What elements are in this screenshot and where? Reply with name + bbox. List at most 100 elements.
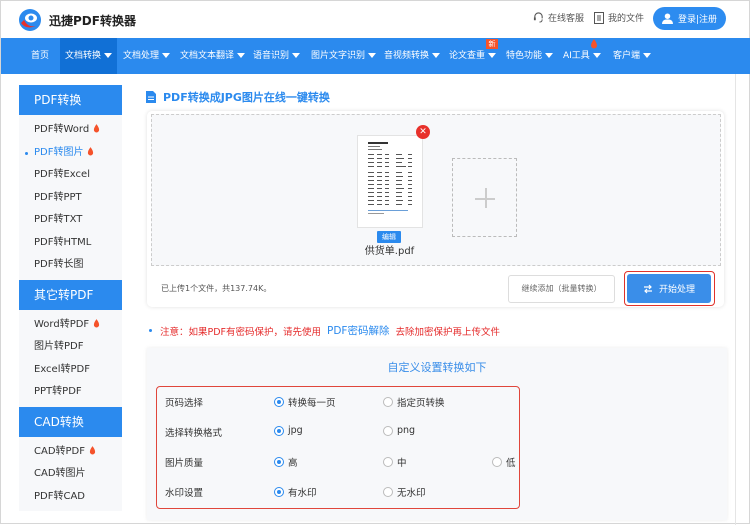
- online-service-label: 在线客服: [548, 14, 585, 24]
- sidebar-item-pdf-to-long-image[interactable]: PDF转长图: [19, 254, 122, 277]
- page-edge-divider: [735, 74, 736, 525]
- radio-option-watermark[interactable]: 有水印: [274, 485, 317, 499]
- radio-option-no-watermark[interactable]: 无水印: [383, 485, 426, 499]
- sidebar-item-cad-to-pdf[interactable]: CAD转PDF: [19, 441, 122, 464]
- sidebar-item-pdf-to-image[interactable]: PDF转图片: [19, 142, 122, 165]
- radio-unselected-icon[interactable]: [492, 457, 502, 467]
- nav-item-client[interactable]: 客户端: [613, 38, 652, 74]
- row-label: 页码选择: [165, 398, 204, 409]
- sidebar-item-cad-to-image[interactable]: CAD转图片: [19, 463, 122, 486]
- radio-unselected-icon[interactable]: [383, 457, 393, 467]
- swap-icon: [643, 284, 652, 293]
- nav-item-ocr[interactable]: 图片文字识别: [311, 38, 377, 74]
- sidebar-item-label: PDF转Word: [34, 124, 90, 135]
- sidebar-item-word-to-pdf[interactable]: Word转PDF: [19, 314, 122, 337]
- sidebar-item-ppt-to-pdf[interactable]: PPT转PDF: [19, 381, 122, 404]
- sidebar-item-image-to-pdf[interactable]: 图片转PDF: [19, 336, 122, 359]
- settings-title: 自定义设置转换如下: [387, 361, 487, 374]
- upload-card: ✕ 编辑 供货单.pdf 已上传1个文件，共137.74K。 继续添加（批量转换…: [147, 111, 724, 307]
- my-files-link[interactable]: 我的文件: [594, 11, 644, 24]
- nav-item-speech[interactable]: 语音识别: [253, 38, 301, 74]
- continue-add-button[interactable]: 继续添加（批量转换）: [508, 275, 615, 303]
- caret-down-icon: [643, 53, 652, 58]
- login-register-button[interactable]: 登录|注册: [653, 7, 726, 30]
- flame-icon: [89, 445, 96, 454]
- brand-name[interactable]: 迅捷PDF转换器: [49, 12, 136, 29]
- file-thumbnail[interactable]: [357, 135, 423, 228]
- caret-down-icon: [292, 53, 301, 58]
- new-badge: 新: [486, 39, 498, 49]
- sidebar-item-label: 图片转PDF: [34, 341, 84, 352]
- nav-label: 论文查重: [449, 51, 486, 61]
- sidebar-item-pdf-to-ppt[interactable]: PDF转PPT: [19, 187, 122, 210]
- sidebar-item-label: PDF转PPT: [34, 191, 82, 203]
- start-process-button[interactable]: 开始处理: [627, 274, 711, 303]
- nav-item-translate[interactable]: 文档文本翻译: [180, 38, 246, 74]
- nav-item-av[interactable]: 音视频转换: [384, 38, 441, 74]
- radio-option-png[interactable]: png: [383, 425, 415, 436]
- radio-option-all-pages[interactable]: 转换每一页: [274, 395, 336, 409]
- page-title-text: PDF转换成JPG图片在线一键转换: [163, 91, 330, 104]
- flame-icon: [94, 318, 100, 327]
- flame-icon: [88, 146, 94, 155]
- radio-option-specific-pages[interactable]: 指定页转换: [383, 395, 445, 409]
- radio-selected-icon[interactable]: [274, 397, 284, 407]
- nav-label: AI工具: [563, 51, 590, 61]
- logo-icon[interactable]: [18, 8, 42, 32]
- nav-label: 特色功能: [506, 51, 543, 61]
- radio-unselected-icon[interactable]: [383, 397, 393, 407]
- sidebar-item-pdf-to-txt[interactable]: PDF转TXT: [19, 209, 122, 232]
- radio-selected-icon[interactable]: [274, 425, 284, 436]
- radio-selected-icon[interactable]: [274, 487, 284, 497]
- sidebar-group-title[interactable]: PDF转换: [19, 85, 122, 115]
- sidebar-group-title[interactable]: 其它转PDF: [19, 279, 122, 310]
- option-label: 有水印: [288, 488, 317, 499]
- radio-option-high[interactable]: 高: [274, 455, 298, 469]
- sidebar-item-pdf-to-html[interactable]: PDF转HTML: [19, 232, 122, 255]
- caret-down-icon: [545, 53, 554, 58]
- nav-label: 文档处理: [123, 51, 160, 61]
- caret-down-icon: [162, 53, 171, 58]
- pdf-password-remove-link[interactable]: PDF密码解除: [327, 323, 389, 338]
- radio-option-low[interactable]: 低: [492, 455, 516, 469]
- sidebar-item-pdf-to-cad[interactable]: PDF转CAD: [19, 486, 122, 509]
- login-register-label: 登录|注册: [677, 15, 718, 25]
- upload-drop-area[interactable]: ✕ 编辑 供货单.pdf: [151, 114, 721, 266]
- file-icon: [594, 11, 604, 24]
- caret-down-icon: [432, 53, 441, 58]
- nav-label: 语音识别: [253, 51, 290, 61]
- remove-file-button[interactable]: ✕: [416, 125, 430, 139]
- document-preview-icon: [368, 142, 412, 214]
- caret-down-icon: [237, 53, 246, 58]
- settings-row-watermark: 水印设置 有水印 无水印: [157, 477, 519, 507]
- sidebar-item-label: CAD转PDF: [34, 445, 86, 457]
- nav-item-doc-convert[interactable]: 文档转换: [60, 38, 117, 74]
- document-icon: [146, 91, 156, 103]
- radio-option-medium[interactable]: 中: [383, 455, 407, 469]
- sidebar-item-label: Word转PDF: [34, 318, 90, 330]
- caret-down-icon: [368, 53, 377, 58]
- nav-item-home[interactable]: 首页: [21, 38, 59, 74]
- option-label: 中: [397, 458, 407, 469]
- sidebar-item-excel-to-pdf[interactable]: Excel转PDF: [19, 359, 122, 382]
- sidebar-item-label: PDF转CAD: [34, 490, 86, 502]
- radio-unselected-icon[interactable]: [383, 487, 393, 497]
- add-file-button[interactable]: [452, 158, 517, 237]
- radio-unselected-icon[interactable]: [383, 425, 393, 436]
- nav-item-doc-process[interactable]: 文档处理: [123, 38, 171, 74]
- nav-label: 音视频转换: [384, 51, 430, 61]
- user-icon: [661, 13, 673, 24]
- radio-option-jpg[interactable]: jpg: [274, 425, 303, 436]
- sidebar-item-label: PDF转Excel: [34, 169, 90, 180]
- sidebar-item-pdf-to-excel[interactable]: PDF转Excel: [19, 164, 122, 187]
- option-label: 无水印: [397, 488, 426, 499]
- sidebar-group-title[interactable]: CAD转换: [19, 406, 122, 437]
- sidebar-item-pdf-to-word[interactable]: PDF转Word: [19, 119, 122, 142]
- radio-selected-icon[interactable]: [274, 457, 284, 467]
- option-label: 转换每一页: [288, 398, 336, 409]
- online-service-link[interactable]: 在线客服: [533, 11, 584, 24]
- nav-item-features[interactable]: 特色功能: [506, 38, 554, 74]
- nav-label: 首页: [31, 51, 50, 61]
- nav-label: 文档文本翻译: [180, 51, 235, 61]
- password-notice: 注意：如果PDF有密码保护，请先使用 PDF密码解除 去除加密保护再上传文件: [149, 323, 500, 338]
